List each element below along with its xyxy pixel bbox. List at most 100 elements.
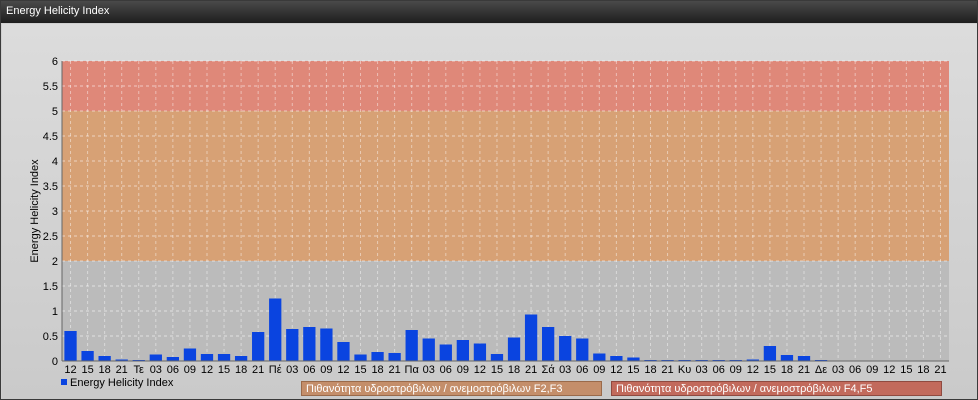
x-tick-label: 03 [559,364,571,376]
y-tick-label: 4.5 [43,131,58,143]
y-tick-label: 3.5 [43,181,58,193]
x-tick-label: 03 [423,364,435,376]
x-tick-label: Πα [405,364,420,376]
x-tick-label: 06 [440,364,452,376]
bar [303,327,316,361]
x-tick-label: 09 [730,364,742,376]
bar [456,340,469,361]
bar [490,354,504,361]
x-tick-label: 21 [661,364,673,376]
bar [405,330,418,361]
x-tick-label: 12 [64,364,76,376]
bar [542,327,555,361]
y-tick-label: 0.5 [43,331,58,343]
bar [200,354,214,361]
x-tick-label: 03 [286,364,298,376]
y-tick-label: 2 [52,256,58,268]
x-tick-label: 18 [371,364,383,376]
bar [797,356,811,361]
bar [422,338,435,361]
bar [149,354,162,361]
x-tick-label: 15 [900,364,912,376]
bar [576,338,589,361]
y-tick-label: 4 [52,156,58,168]
x-tick-label: 15 [354,364,366,376]
x-tick-label: 18 [644,364,656,376]
bar [183,348,197,361]
x-tick-label: 12 [201,364,213,376]
bar [252,332,265,361]
x-tick-label: 06 [576,364,588,376]
bar [610,356,623,361]
x-tick-label: 15 [627,364,639,376]
x-tick-label: Πέ [269,364,282,376]
x-tick-label: Κυ [678,364,691,376]
x-tick-label: 09 [866,364,878,376]
bar [64,331,77,361]
x-tick-label: 21 [525,364,537,376]
x-tick-label: 21 [934,364,946,376]
x-tick-label: 15 [764,364,776,376]
y-tick-label: 2.5 [43,231,58,243]
x-tick-label: 15 [491,364,503,376]
x-tick-label: 12 [747,364,759,376]
bar [234,356,248,361]
bar [627,357,640,361]
x-tick-label: 15 [218,364,230,376]
y-tick-label: 5 [52,106,58,118]
x-tick-label: 12 [883,364,895,376]
bar [473,343,487,361]
x-tick-label: 18 [781,364,793,376]
y-tick-label: 1.5 [43,281,58,293]
x-tick-label: 03 [696,364,708,376]
series-legend-label: Energy Helicity Index [70,377,174,389]
y-tick-label: 0 [52,356,58,368]
bar [593,353,606,361]
bar [269,298,282,361]
x-tick-label: 06 [303,364,315,376]
bar [354,354,367,361]
x-tick-label: 06 [849,364,861,376]
x-tick-label: 18 [917,364,929,376]
x-tick-label: 21 [798,364,810,376]
y-tick-label: 3 [52,206,58,218]
x-tick-label: 03 [150,364,162,376]
bar [166,357,180,361]
x-tick-label: 03 [832,364,844,376]
y-tick-label: 1 [52,306,58,318]
bar [337,342,350,361]
x-tick-label: 12 [337,364,349,376]
bar [81,351,94,361]
x-tick-label: Τε [134,364,145,376]
chart-window: Energy Helicity Index 0 0.5 1 1.5 2 2.5 3 3.5 4 4… [0,0,978,400]
bar [98,356,111,361]
bar [217,354,231,361]
x-tick-label: 09 [593,364,605,376]
x-tick-label: 12 [474,364,486,376]
band-legend-f2f3: Πιθανότητα υδροστρόβιλων / ανεμοστρόβιλω… [301,381,602,396]
x-tick-label: 09 [320,364,332,376]
series-legend: Energy Helicity Index [61,377,173,389]
x-tick-label: 21 [389,364,401,376]
x-tick-label: 18 [99,364,111,376]
x-tick-label: 06 [713,364,725,376]
x-tick-label: 09 [184,364,196,376]
x-tick-label: 18 [508,364,520,376]
bar [559,336,572,361]
bar [388,353,401,361]
band-legend-f4f5: Πιθανότητα υδροστρόβιλων / ανεμοστρόβιλω… [611,381,942,396]
x-tick-label: 21 [116,364,128,376]
bar [439,344,452,361]
y-tick-label: 5.5 [43,81,58,93]
helicity-bar-chart: 0 0.5 1 1.5 2 2.5 3 3.5 4 4.5 5 5.5 6 12 15 18 21 Τε 03 06 0… [29,56,949,376]
x-tick-label: Δε [815,364,827,376]
y-axis-label: Energy Helicity Index [29,159,41,263]
bar [507,337,521,361]
x-tick-label: 18 [235,364,247,376]
bar [286,329,299,361]
x-tick-label: 12 [610,364,622,376]
x-tick-label: 06 [167,364,179,376]
x-tick-label: 21 [252,364,264,376]
series-swatch [61,379,67,385]
bar [320,328,333,361]
